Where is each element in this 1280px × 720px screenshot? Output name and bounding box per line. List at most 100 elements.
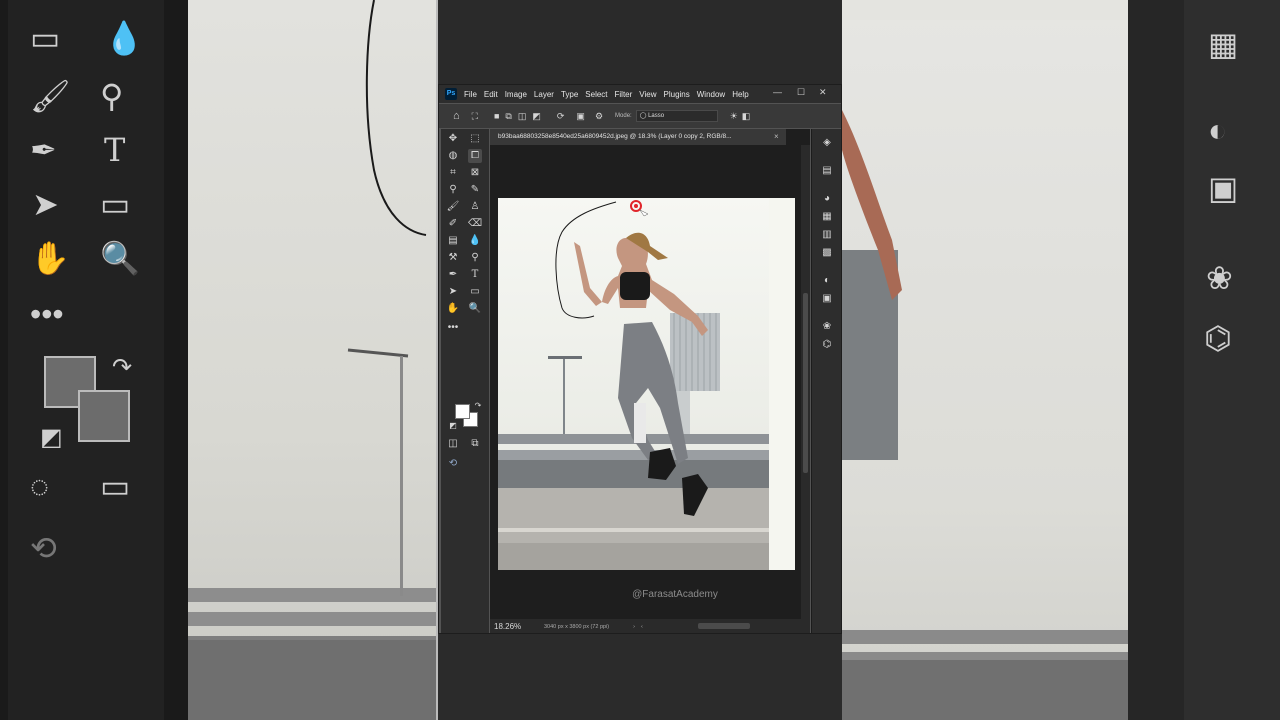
canvas-image[interactable] [498,198,795,570]
workspace-icon[interactable]: ◧ [742,111,751,122]
marquee-icon[interactable]: ⬚ [468,132,482,146]
blur-icon[interactable]: 💧 [468,234,482,248]
photo-scene [498,198,795,570]
screen-mode-icon[interactable]: ⧉ [468,437,482,451]
vertical-scrollbar[interactable] [801,145,810,619]
bg-quick-mask-icon: ◌ [30,468,50,504]
mode-select[interactable]: ◯ Lasso [635,110,718,122]
menu-bar: Ps File Edit Image Layer Type Select Fil… [439,85,841,103]
crop-icon[interactable]: ⌗ [446,166,460,180]
document-dimensions: 3040 px x 3800 px (72 ppi) [544,623,610,630]
more-tools-icon[interactable]: ••• [446,321,460,335]
bg-channels-icon: ❀ [1206,260,1233,296]
spot-healing-icon[interactable]: ✎ [468,183,482,197]
bg-adjustments-icon: ◐ [1208,112,1228,148]
horizontal-scroll-thumb[interactable] [698,623,750,629]
intersect-selection-icon[interactable]: ◩ [532,111,541,122]
new-selection-icon[interactable]: ■ [494,111,499,121]
eraser-icon[interactable]: ⌫ [468,217,482,231]
patterns-icon[interactable]: ▩ [821,247,833,259]
close-window-button[interactable]: ✕ [819,87,827,98]
subtract-selection-icon[interactable]: ◫ [518,111,527,122]
layers-icon[interactable]: ◈ [821,137,833,149]
maximize-button[interactable]: ☐ [797,87,805,98]
refresh-icon[interactable]: ⟳ [557,111,565,122]
brush-icon[interactable]: 🖌 [446,200,460,214]
add-to-selection-icon[interactable]: ⧉ [505,111,511,122]
move-icon[interactable]: ✥ [446,132,460,146]
bg-patterns-icon: ▦ [1208,26,1239,62]
status-menu-chevron-icon[interactable]: › [633,624,635,630]
properties-icon[interactable]: ▣ [821,293,833,305]
foreground-color-swatch[interactable] [455,404,470,419]
status-bar: 18.26% 3040 px x 3800 px (72 ppi) › ‹ [490,619,810,633]
edit-toolbar-icon[interactable]: ⟲ [446,457,460,471]
bg-hand-icon: ✋ [30,240,70,276]
path-selection-icon[interactable]: ➤ [446,285,460,299]
tool-preset-icon[interactable]: ⛶ [472,111,478,122]
bg-pen-icon: ✒ [30,132,57,168]
bg-paths-icon: ⌬ [1204,320,1232,356]
hand-icon[interactable]: ✋ [446,302,460,316]
subject-icon[interactable]: ▣ [576,111,585,122]
object-selection-icon[interactable]: ⧠ [468,149,482,163]
app-logo: Ps [445,88,457,100]
quick-selection-icon[interactable]: ◍ [446,149,460,163]
quick-mask-icon[interactable]: ◫ [446,437,460,451]
paths-icon[interactable]: ⌬ [821,339,833,351]
adjustments-icon[interactable]: ◐ [821,275,833,287]
menu-window[interactable]: Window [697,90,725,99]
bg-dodge-icon: 🖌 [30,78,71,114]
video-frame: ▭ 💧 🖌 ⚲ ✒ T ➤ ▭ ✋ 🔍 ••• ↷ ◩ ◌ ▭ ⟲ ▦ ◐ ▣ … [0,0,1280,720]
menu-edit[interactable]: Edit [484,90,498,99]
menu-help[interactable]: Help [732,90,748,99]
color-icon[interactable]: ◕ [821,193,833,205]
background-photo-right [842,0,1128,720]
frame-icon[interactable]: ⊠ [468,166,482,180]
zoom-icon[interactable]: 🔍 [468,302,482,316]
bg-type-icon: T [104,131,126,169]
gradients-icon[interactable]: ▥ [821,229,833,241]
photoshop-window: Ps File Edit Image Layer Type Select Fil… [438,84,842,634]
panels-dock: ◈ ▤ ◕ ▦ ▥ ▩ ◐ ▣ ❀ ⌬ [811,129,841,633]
gradient-icon[interactable]: ▤ [446,234,460,248]
default-colors-icon[interactable]: ◩ [446,419,460,433]
dodge-icon[interactable]: ⚒ [446,251,460,265]
close-tab-icon[interactable]: × [774,129,779,145]
options-bar: ⌂ ⛶ ■ ⧉ ◫ ◩ ⟳ ▣ ⚙ Mode: ◯ Lasso ☀ ◧ [439,104,841,128]
light-icon[interactable]: ☀ [730,111,738,122]
bg-screen-mode-icon: ▭ [100,468,131,504]
channels-icon[interactable]: ❀ [821,321,833,333]
swap-colors-icon[interactable]: ↷ [471,399,485,413]
bg-edit-toolbar-icon: ⟲ [30,530,57,566]
libraries-icon[interactable]: ▤ [821,165,833,177]
menu-image[interactable]: Image [505,90,527,99]
smudge-icon[interactable]: ⚲ [468,251,482,265]
menu-select[interactable]: Select [585,90,607,99]
home-icon[interactable]: ⌂ [453,110,460,122]
bg-path-selection-icon: ➤ [32,186,59,222]
menu-type[interactable]: Type [561,90,578,99]
rectangle-icon[interactable]: ▭ [468,285,482,299]
watermark-text: @FarasatAcademy [632,589,718,600]
menu-filter[interactable]: Filter [615,90,633,99]
scroll-left-icon[interactable]: ‹ [641,624,643,630]
minimize-button[interactable]: — [773,87,782,97]
mode-label: Mode: [615,113,632,119]
menu-view[interactable]: View [639,90,656,99]
eyedropper-icon[interactable]: ⚲ [446,183,460,197]
history-brush-icon[interactable]: ✐ [446,217,460,231]
bg-rectangle-icon: ▭ [100,186,131,222]
menu-plugins[interactable]: Plugins [664,90,690,99]
zoom-level[interactable]: 18.26% [494,622,538,631]
settings-gear-icon[interactable]: ⚙ [595,111,603,122]
menu-layer[interactable]: Layer [534,90,554,99]
type-icon[interactable]: T [468,268,482,282]
swatches-icon[interactable]: ▦ [821,211,833,223]
vertical-scroll-thumb[interactable] [803,293,808,473]
document-tab[interactable]: b93baa68803258e8540ed25a6809452d.jpeg @ … [490,129,786,145]
pen-icon[interactable]: ✒ [446,268,460,282]
bg-more-icon: ••• [30,296,64,332]
stamp-icon[interactable]: ♙ [468,200,482,214]
menu-file[interactable]: File [464,90,477,99]
